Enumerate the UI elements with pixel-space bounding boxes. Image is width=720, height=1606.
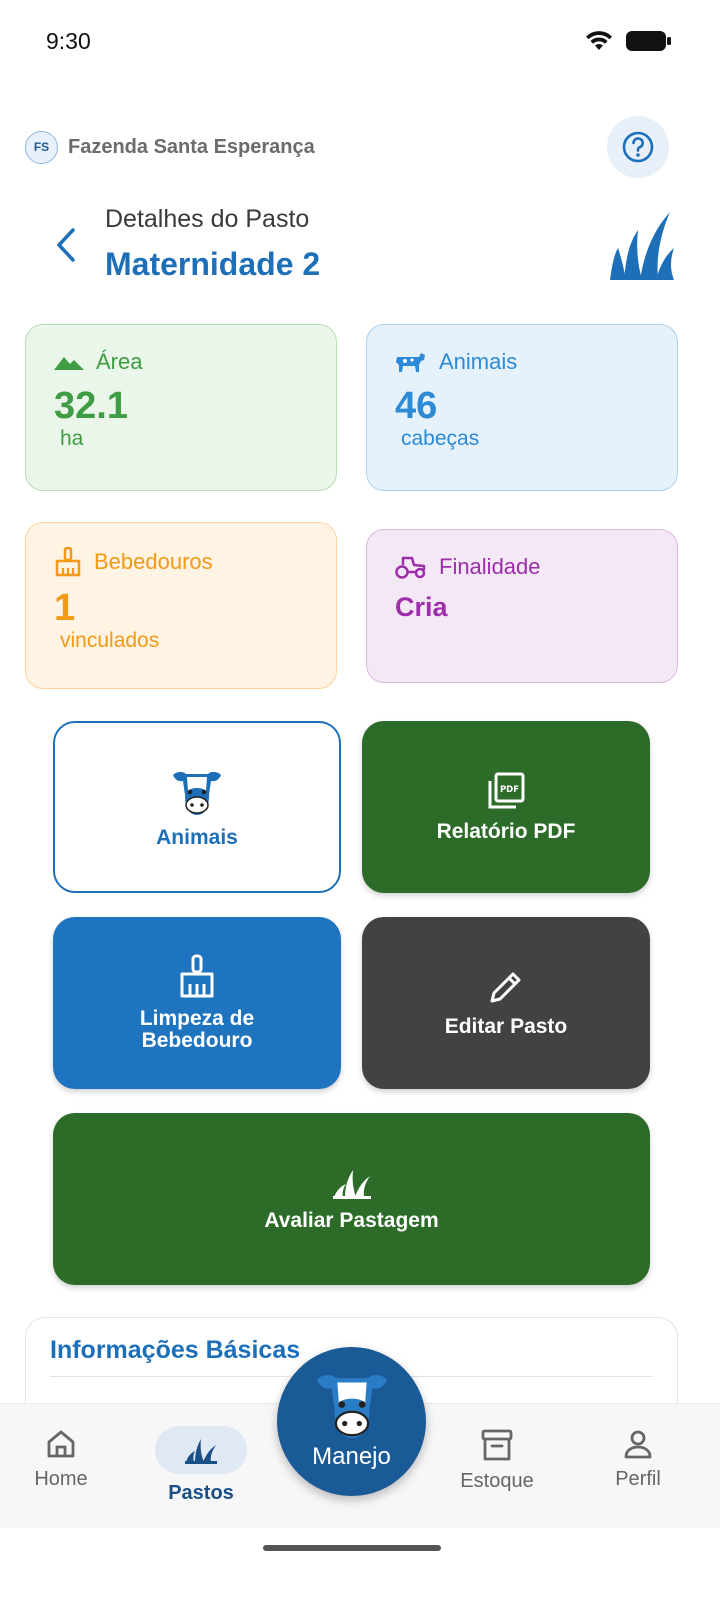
pdf-report-button[interactable]: PDF Relatório PDF [362, 721, 650, 893]
manejo-label: Manejo [312, 1443, 391, 1470]
help-icon [622, 131, 654, 163]
status-time: 9:30 [46, 28, 91, 54]
battery-icon [626, 31, 671, 51]
cow-icon [396, 353, 425, 372]
help-button[interactable] [607, 116, 669, 178]
nav-home-label: Home [34, 1468, 88, 1490]
basic-info-title: Informações Básicas [50, 1336, 301, 1364]
person-icon [624, 1430, 652, 1459]
area-card: Área 32.1 ha [25, 324, 337, 491]
grass-icon [185, 1439, 217, 1464]
bebedouros-card: Bebedouros 1 vinculados [25, 522, 337, 689]
finalidade-card: Finalidade Cria [366, 529, 678, 683]
clean-trough-label-line1: Limpeza de [139, 1006, 255, 1030]
nav-pastos[interactable]: Pastos [141, 1404, 261, 1529]
page-title: Maternidade 2 [105, 246, 321, 282]
finalidade-label: Finalidade [439, 554, 541, 579]
nav-perfil[interactable]: Perfil [578, 1404, 698, 1529]
nav-perfil-label: Perfil [615, 1468, 661, 1490]
pdf-report-label: Relatório PDF [436, 819, 576, 843]
area-label: Área [96, 349, 143, 374]
animals-card: Animais 46 cabeças [366, 324, 678, 491]
clean-trough-label: Limpeza de Bebedouro [139, 1006, 255, 1052]
bebedouros-value: 1 [54, 587, 76, 629]
back-button[interactable] [48, 222, 84, 268]
pdf-icon: PDF [488, 772, 525, 809]
finalidade-value: Cria [395, 592, 448, 622]
edit-pasture-button[interactable]: Editar Pasto [362, 917, 650, 1089]
animals-label: Animais [439, 349, 518, 374]
pencil-icon [490, 972, 521, 1003]
manejo-button[interactable]: Manejo [277, 1347, 426, 1496]
nav-estoque-label: Estoque [460, 1470, 534, 1492]
animals-unit: cabeças [401, 427, 480, 450]
chevron-left-icon [57, 228, 75, 262]
animals-button-label: Animais [156, 825, 238, 849]
svg-text:PDF: PDF [500, 785, 519, 795]
edit-pasture-label: Editar Pasto [444, 1014, 568, 1038]
area-unit: ha [60, 427, 84, 450]
farm-avatar: FS [25, 130, 58, 164]
home-icon [47, 1430, 75, 1458]
evaluate-pasture-label: Avaliar Pastagem [264, 1208, 439, 1232]
grass-logo-icon [608, 210, 676, 287]
bebedouros-unit: vinculados [60, 629, 160, 652]
bebedouros-label: Bebedouros [94, 549, 213, 574]
nav-home[interactable]: Home [1, 1404, 121, 1529]
wifi-icon [586, 31, 612, 50]
nav-estoque[interactable]: Estoque [437, 1404, 557, 1529]
clean-trough-label-line2: Bebedouro [141, 1029, 253, 1052]
broom-icon [180, 954, 214, 998]
animals-button[interactable]: Animais [53, 721, 341, 893]
animals-value: 46 [395, 385, 438, 427]
grass-icon [332, 1169, 371, 1199]
nav-pastos-label: Pastos [168, 1482, 234, 1504]
farm-name: Fazenda Santa Esperança [68, 135, 315, 158]
home-indicator[interactable] [263, 1545, 441, 1551]
area-value: 32.1 [54, 385, 128, 427]
status-icons [584, 30, 672, 52]
water-trough-icon [55, 547, 81, 577]
evaluate-pasture-button[interactable]: Avaliar Pastagem [53, 1113, 650, 1285]
status-bar: 9:30 [0, 0, 720, 88]
archive-box-icon [481, 1429, 513, 1461]
page-subtitle: Detalhes do Pasto [105, 205, 310, 233]
mountain-icon [54, 357, 84, 370]
cow-face-icon [316, 1375, 387, 1439]
nav-pastos-indicator [155, 1426, 247, 1474]
farm-selector[interactable]: FS Fazenda Santa Esperança [25, 130, 315, 164]
tractor-icon [395, 556, 426, 579]
clean-trough-button[interactable]: Limpeza de Bebedouro [53, 917, 341, 1089]
cow-face-icon [173, 771, 221, 815]
